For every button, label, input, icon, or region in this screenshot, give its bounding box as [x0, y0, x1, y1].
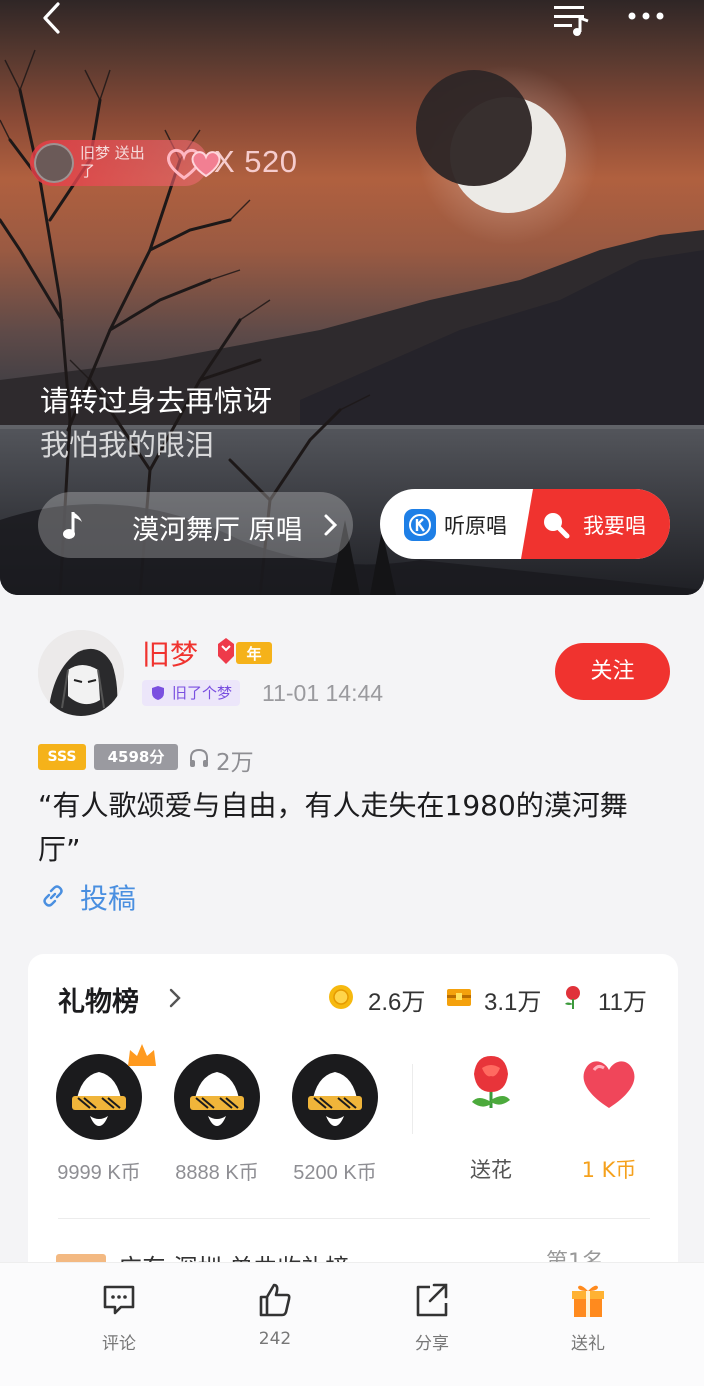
- share-label: 分享: [415, 1334, 449, 1354]
- link-icon: [43, 885, 63, 907]
- mystery-user-avatar: [174, 1054, 260, 1140]
- comment-icon: [103, 1285, 135, 1315]
- bottom-action-bar: 评论 242 分享 送礼: [0, 1262, 704, 1386]
- user-tag: 旧了个梦: [142, 680, 241, 706]
- song-cover-hero[interactable]: 旧梦 送出了 X 520 请转过身去再惊讶 我怕我的眼泪 漠河舞厅 原唱 听原唱…: [0, 0, 704, 595]
- submit-label: 投稿: [80, 882, 137, 915]
- gift-ranking-card: 礼物榜 2.6万 3.1万 11万 9999 K币 8888 K币 5200 K…: [28, 954, 678, 1284]
- listen-original-label: 听原唱: [444, 514, 507, 538]
- headphones-icon: [190, 748, 208, 767]
- rank-2-value: 8888 K币: [175, 1162, 259, 1184]
- song-name: 漠河舞厅 原唱: [132, 515, 303, 546]
- share-button[interactable]: 分享: [377, 1281, 487, 1361]
- rank-1-value: 9999 K币: [57, 1162, 141, 1184]
- microphone-icon: [544, 513, 570, 539]
- i-sing-label: 我要唱: [583, 514, 646, 538]
- chevron-right-icon: [324, 514, 338, 536]
- flower-gift-icon: [472, 1056, 510, 1108]
- i-sing-button[interactable]: 我要唱: [521, 489, 670, 559]
- lyric-current-line: 请转过身去再惊讶: [40, 384, 273, 418]
- user-avatar[interactable]: [38, 630, 124, 716]
- song-detail-page: 旧梦 送出了 X 520 请转过身去再惊讶 我怕我的眼泪 漠河舞厅 原唱 听原唱…: [0, 0, 704, 1386]
- comment-button[interactable]: 评论: [64, 1281, 174, 1361]
- gift-sender-text: 旧梦 送出了: [80, 144, 145, 180]
- divider: [412, 1064, 413, 1134]
- like-count: 242: [258, 1329, 292, 1349]
- vip-year-badge: 年: [218, 638, 272, 664]
- vip-label: 年: [246, 645, 261, 663]
- chevron-right-icon[interactable]: [168, 986, 182, 1010]
- music-note-icon: [63, 512, 82, 539]
- gift-broadcast-banner: 旧梦 送出了: [30, 140, 221, 186]
- share-icon: [416, 1283, 448, 1317]
- rank-3-value: 5200 K币: [293, 1162, 377, 1184]
- score-badge: 4598分: [94, 744, 178, 770]
- rose-total: 11万: [598, 989, 647, 1016]
- heart-gift-button[interactable]: 1 K币: [564, 1048, 654, 1182]
- username[interactable]: 旧梦: [142, 633, 198, 673]
- kg-logo-icon: [404, 509, 436, 541]
- chest-total: 3.1万: [484, 989, 542, 1016]
- rose-icon: [565, 986, 580, 1009]
- treasure-chest-icon: [447, 989, 471, 1006]
- grade-badge: SSS: [38, 744, 86, 770]
- lyric-next-line: 我怕我的眼泪: [40, 428, 215, 462]
- more-icon[interactable]: [624, 6, 668, 26]
- mystery-user-avatar: [292, 1054, 378, 1140]
- send-flower-button[interactable]: 送花: [446, 1048, 536, 1182]
- send-flower-label: 送花: [470, 1158, 512, 1182]
- send-gift-button[interactable]: 送礼: [533, 1281, 643, 1361]
- crown-icon: [128, 1044, 156, 1066]
- sing-actions: 听原唱 我要唱: [380, 489, 670, 559]
- gift-box-icon: [572, 1285, 604, 1317]
- shield-icon: [152, 686, 164, 700]
- like-button[interactable]: 242: [220, 1281, 330, 1361]
- post-time: 11-01 14:44: [262, 680, 384, 706]
- comment-label: 评论: [102, 1334, 136, 1354]
- heart-gift-icon: [583, 1061, 635, 1108]
- song-info-button[interactable]: 漠河舞厅 原唱: [38, 492, 353, 558]
- coin-total: 2.6万: [368, 989, 426, 1016]
- gift-board-title[interactable]: 礼物榜: [58, 980, 139, 1019]
- sender-avatar: [34, 143, 74, 183]
- gold-coin-icon: [329, 985, 353, 1009]
- follow-button[interactable]: 关注: [555, 643, 670, 700]
- thumbs-up-icon: [259, 1283, 291, 1317]
- heart-gift-price: 1 K币: [581, 1158, 637, 1182]
- back-icon[interactable]: [36, 0, 66, 38]
- listen-original-button[interactable]: 听原唱: [380, 489, 522, 559]
- divider: [58, 1218, 650, 1219]
- playlist-icon[interactable]: [552, 0, 592, 38]
- listen-count: 2万: [216, 750, 254, 776]
- gift-multiplier: X 520: [214, 144, 298, 179]
- user-tag-label: 旧了个梦: [172, 684, 233, 702]
- post-description: “有人歌颂爱与自由，有人走失在1980的漠河舞厅”: [38, 789, 628, 866]
- send-gift-label: 送礼: [571, 1334, 605, 1354]
